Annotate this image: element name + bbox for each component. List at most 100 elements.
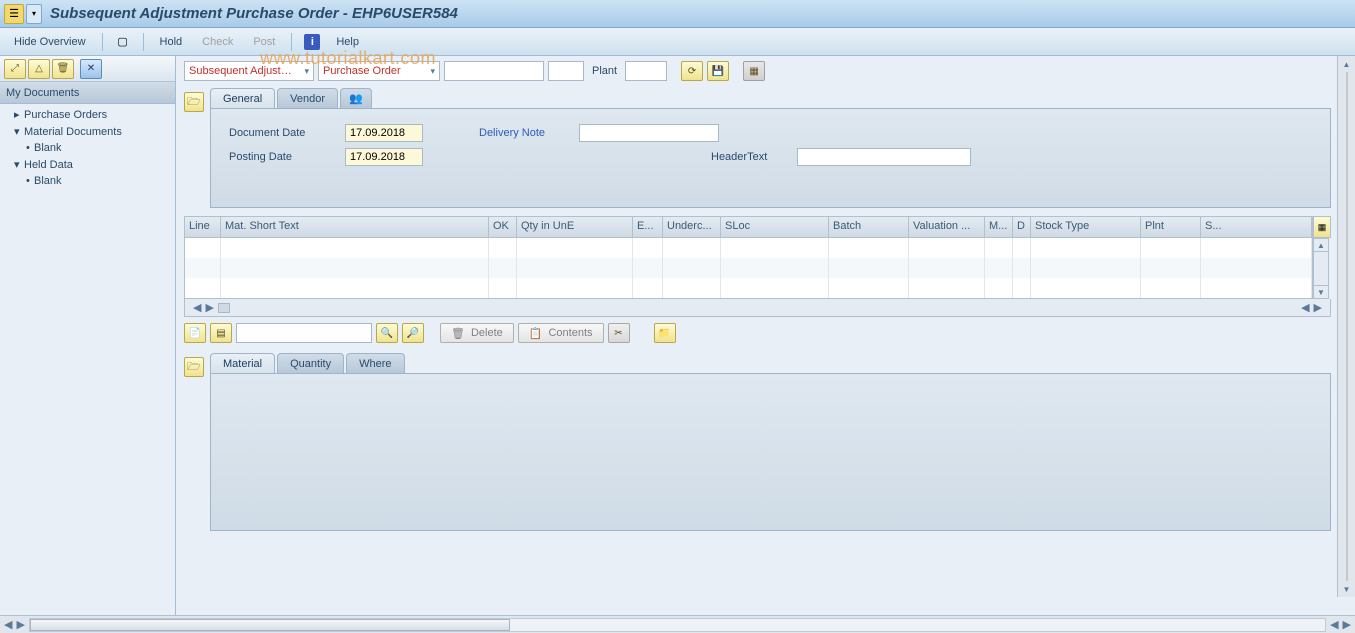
tree-label: Held Data	[24, 159, 73, 171]
help-icon[interactable]: i	[304, 34, 320, 50]
scroll-track[interactable]	[1346, 72, 1348, 581]
tab-where[interactable]: Where	[346, 353, 404, 373]
tree-item-held-data[interactable]: ▾Held Data	[0, 156, 175, 173]
settings-button[interactable]: ✂	[608, 323, 630, 343]
delete-item-button[interactable]: 🗑Delete	[440, 323, 514, 343]
scroll-track[interactable]	[29, 618, 1326, 632]
separator	[143, 33, 144, 51]
help-button[interactable]: Help	[332, 34, 363, 50]
scroll-right-icon[interactable]: ▶	[16, 618, 24, 631]
find-next-button[interactable]: 🔎	[402, 323, 424, 343]
scroll-up-icon[interactable]: ▲	[1338, 56, 1355, 72]
header-text-label: HeaderText	[711, 151, 791, 163]
save-button[interactable]: 💾	[707, 61, 729, 81]
col-valuation[interactable]: Valuation ...	[909, 217, 985, 237]
document-number-input[interactable]	[444, 61, 544, 81]
reference-dropdown[interactable]: Purchase Order	[318, 61, 440, 81]
col-m[interactable]: M...	[985, 217, 1013, 237]
title-bar: ☰ ▾ Subsequent Adjustment Purchase Order…	[0, 0, 1355, 28]
header-tabs: General Vendor 👥	[210, 86, 1331, 108]
new-document-icon[interactable]: ▢	[115, 34, 131, 50]
col-underc[interactable]: Underc...	[663, 217, 721, 237]
copy-button[interactable]: 📁	[654, 323, 676, 343]
col-sloc[interactable]: SLoc	[721, 217, 829, 237]
window-title: Subsequent Adjustment Purchase Order - E…	[50, 5, 458, 22]
col-batch[interactable]: Batch	[829, 217, 909, 237]
col-line[interactable]: Line	[185, 217, 221, 237]
table-row[interactable]	[185, 278, 1312, 298]
tree-label: Blank	[34, 175, 62, 187]
plant-label: Plant	[588, 65, 621, 77]
bottom-scrollbar[interactable]: ◀ ▶ ◀ ▶	[0, 615, 1355, 633]
close-sidebar-button[interactable]: ✕	[80, 59, 102, 79]
scroll-right-icon[interactable]: ▶	[1314, 301, 1322, 314]
hide-overview-button[interactable]: Hide Overview	[10, 34, 90, 50]
item-number-input[interactable]	[548, 61, 584, 81]
scroll-right-icon[interactable]: ▶	[1343, 618, 1351, 631]
scroll-down-icon[interactable]: ▼	[1313, 285, 1329, 299]
trash-icon: 🗑	[451, 327, 465, 340]
window-menu-dropdown[interactable]: ▾	[26, 4, 42, 24]
posting-date-input[interactable]	[345, 148, 423, 166]
scroll-up-icon[interactable]: ▲	[1313, 238, 1329, 252]
layout-button[interactable]: ▦	[743, 61, 765, 81]
item-filter-input[interactable]	[236, 323, 372, 343]
tree-item-blank[interactable]: •Blank	[0, 140, 175, 156]
collapse-all-button[interactable]: △	[28, 59, 50, 79]
tree-item-material-documents[interactable]: ▾Material Documents	[0, 123, 175, 140]
header-text-input[interactable]	[797, 148, 971, 166]
grid-vertical-scroll[interactable]: ▲ ▼	[1313, 238, 1329, 299]
table-row[interactable]	[185, 238, 1312, 258]
tree-item-blank[interactable]: •Blank	[0, 173, 175, 189]
col-s[interactable]: S...	[1201, 217, 1312, 237]
hold-button[interactable]: Hold	[156, 34, 187, 50]
grid-config-button[interactable]: ▦	[1313, 216, 1331, 238]
separator	[291, 33, 292, 51]
delete-button[interactable]: 🗑	[52, 59, 74, 79]
table-row[interactable]	[185, 258, 1312, 278]
col-mat-short-text[interactable]: Mat. Short Text	[221, 217, 489, 237]
tab-quantity[interactable]: Quantity	[277, 353, 344, 373]
expand-all-button[interactable]: ⤢	[4, 59, 26, 79]
delivery-note-input[interactable]	[579, 124, 719, 142]
plant-input[interactable]	[625, 61, 667, 81]
document-date-input[interactable]	[345, 124, 423, 142]
transaction-dropdown[interactable]: Subsequent Adjust…	[184, 61, 314, 81]
grid-body[interactable]	[184, 238, 1313, 299]
collapse-detail-button[interactable]: 🗁	[184, 357, 204, 377]
tab-vendor[interactable]: Vendor	[277, 88, 338, 108]
grid-horizontal-scroll[interactable]: ◀ ▶ ◀ ▶	[184, 299, 1331, 317]
scroll-left-icon[interactable]: ◀	[1301, 301, 1309, 314]
collapse-header-button[interactable]: 🗁	[184, 92, 204, 112]
dropdown-value: Purchase Order	[323, 65, 401, 77]
col-ok[interactable]: OK	[489, 217, 517, 237]
tab-general[interactable]: General	[210, 88, 275, 108]
tree-item-purchase-orders[interactable]: ▸Purchase Orders	[0, 106, 175, 123]
col-qty[interactable]: Qty in UnE	[517, 217, 633, 237]
col-stock-type[interactable]: Stock Type	[1031, 217, 1141, 237]
tab-more[interactable]: 👥	[340, 88, 372, 108]
col-plnt[interactable]: Plnt	[1141, 217, 1201, 237]
tab-material[interactable]: Material	[210, 353, 275, 373]
window-icon: ☰	[4, 4, 24, 24]
sidebar: ⤢ △ 🗑 ✕ My Documents ▸Purchase Orders ▾M…	[0, 56, 176, 615]
scroll-left-icon[interactable]: ◀	[193, 301, 201, 314]
scroll-thumb[interactable]	[30, 619, 510, 631]
check-button[interactable]: Check	[198, 34, 237, 50]
col-e[interactable]: E...	[633, 217, 663, 237]
scroll-left-icon[interactable]: ◀	[1330, 618, 1338, 631]
delivery-note-label[interactable]: Delivery Note	[479, 127, 573, 139]
post-button[interactable]: Post	[249, 34, 279, 50]
detail-toggle-button[interactable]: 📄	[184, 323, 206, 343]
find-button[interactable]: 🔍	[376, 323, 398, 343]
main-vertical-scrollbar[interactable]: ▲ ▼	[1337, 56, 1355, 597]
select-all-button[interactable]: ▤	[210, 323, 232, 343]
grid-header: Line Mat. Short Text OK Qty in UnE E... …	[184, 216, 1313, 238]
execute-button[interactable]: ⟳	[681, 61, 703, 81]
scroll-right-icon[interactable]: ▶	[205, 301, 213, 314]
scroll-down-icon[interactable]: ▼	[1338, 581, 1355, 597]
col-d[interactable]: D	[1013, 217, 1031, 237]
contents-button[interactable]: 📋Contents	[518, 323, 604, 343]
scroll-thumb[interactable]	[218, 303, 230, 313]
scroll-left-icon[interactable]: ◀	[4, 618, 12, 631]
